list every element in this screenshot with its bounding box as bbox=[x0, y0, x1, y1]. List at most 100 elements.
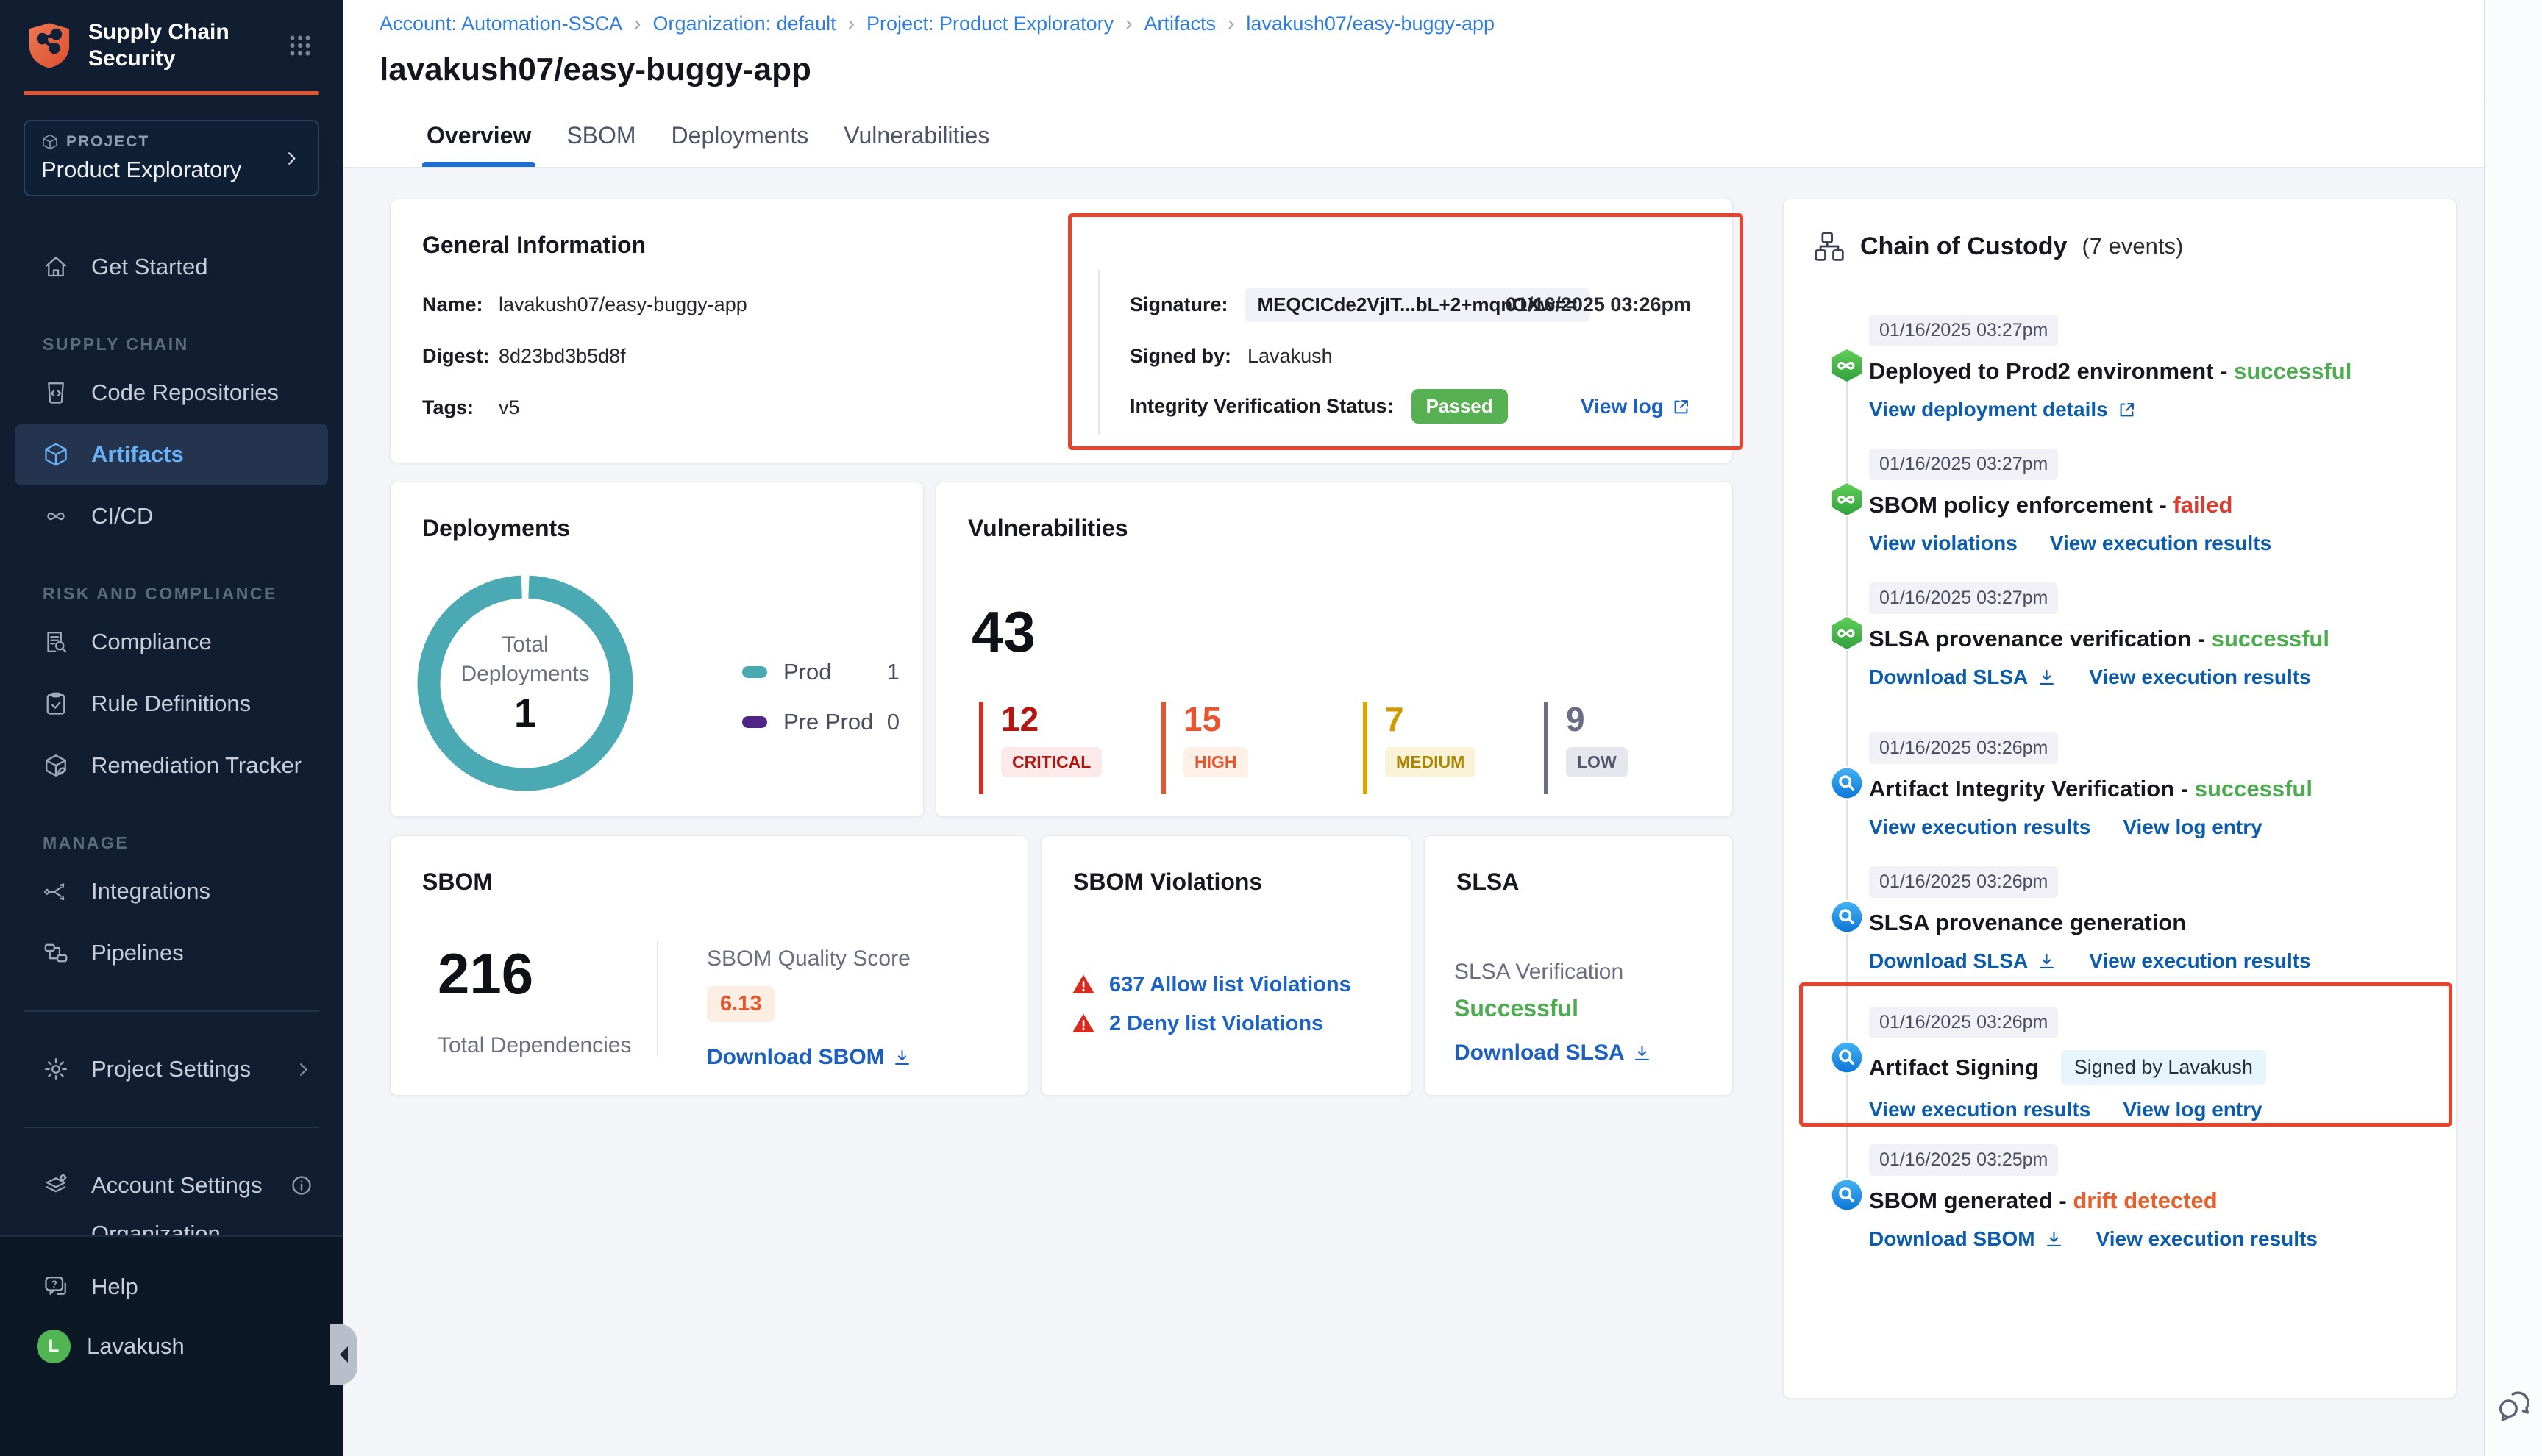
severity-critical: 12 CRITICAL bbox=[979, 702, 1102, 794]
view-execution-results-link[interactable]: View execution results bbox=[2050, 532, 2271, 555]
event-timestamp: 01/16/2025 03:26pm bbox=[1869, 1007, 2058, 1038]
vulnerabilities-card: Vulnerabilities 43 12 CRITICAL 15 HIGH 7… bbox=[936, 482, 1733, 817]
tab-vulnerabilities[interactable]: Vulnerabilities bbox=[844, 104, 989, 167]
integrations-icon bbox=[43, 878, 69, 904]
coc-event-slsa-verification: 01/16/2025 03:27pm SLSA provenance verif… bbox=[1784, 582, 2434, 689]
card-title: Vulnerabilities bbox=[968, 515, 1128, 542]
chevron-right-icon bbox=[282, 149, 302, 168]
view-execution-results-link[interactable]: View execution results bbox=[2096, 1227, 2318, 1251]
deployments-card: Deployments Total Deployments 1 Prod 1 P… bbox=[390, 482, 924, 817]
sidebar-item-code-repositories[interactable]: Code Repositories bbox=[0, 362, 343, 424]
legend-item-pre-prod: Pre Prod 0 bbox=[742, 709, 900, 735]
event-timestamp: 01/16/2025 03:27pm bbox=[1869, 582, 2058, 614]
breadcrumb-current[interactable]: lavakush07/easy-buggy-app bbox=[1246, 13, 1495, 35]
download-slsa-link[interactable]: Download SLSA bbox=[1869, 665, 2057, 689]
breadcrumb-project[interactable]: Project: Product Exploratory bbox=[866, 13, 1114, 35]
sidebar-section-supply-chain: SUPPLY CHAIN bbox=[43, 335, 343, 354]
sidebar-collapse-handle[interactable] bbox=[330, 1324, 357, 1385]
slsa-verification-status: Successful bbox=[1454, 995, 1578, 1022]
sidebar-item-integrations[interactable]: Integrations bbox=[0, 860, 343, 922]
app-title: Supply Chain Security bbox=[88, 19, 229, 72]
cube-icon bbox=[43, 441, 69, 468]
project-name: Product Exploratory bbox=[41, 157, 282, 183]
integrity-row: Integrity Verification Status: Passed bbox=[1130, 389, 1508, 424]
event-status: successful bbox=[2195, 776, 2313, 802]
sidebar-item-remediation-tracker[interactable]: Remediation Tracker bbox=[0, 735, 343, 796]
info-icon bbox=[290, 1174, 313, 1197]
allow-list-violations-link[interactable]: 637 Allow list Violations bbox=[1109, 973, 1351, 997]
sidebar-item-artifacts[interactable]: Artifacts bbox=[15, 424, 328, 485]
view-log-entry-link[interactable]: View log entry bbox=[2123, 1098, 2262, 1121]
page-title: lavakush07/easy-buggy-app bbox=[380, 51, 2484, 88]
view-execution-results-link[interactable]: View execution results bbox=[2089, 949, 2310, 973]
deny-list-violations-link[interactable]: 2 Deny list Violations bbox=[1109, 1012, 1323, 1036]
sidebar-item-pipelines[interactable]: Pipelines bbox=[0, 922, 343, 984]
brand-accent-rule bbox=[24, 91, 319, 95]
download-slsa-link[interactable]: Download SLSA bbox=[1869, 949, 2057, 973]
breadcrumb-separator: › bbox=[1125, 12, 1132, 35]
events-count: (7 events) bbox=[2082, 233, 2183, 260]
breadcrumb-account[interactable]: Account: Automation-SSCA bbox=[380, 13, 622, 35]
chevron-right-icon bbox=[293, 1060, 313, 1079]
tab-sbom[interactable]: SBOM bbox=[566, 104, 636, 167]
event-timestamp: 01/16/2025 03:27pm bbox=[1869, 315, 2058, 346]
breadcrumb: Account: Automation-SSCA › Organization:… bbox=[380, 12, 2484, 35]
sidebar-divider bbox=[24, 1010, 319, 1012]
chain-of-custody-card: Chain of Custody (7 events) 01/16/2025 0… bbox=[1783, 199, 2457, 1399]
tab-overview[interactable]: Overview bbox=[427, 104, 531, 167]
sidebar-item-get-started[interactable]: Get Started bbox=[0, 236, 343, 298]
donut-center-label: Total Deployments 1 bbox=[417, 575, 633, 791]
sidebar-item-account-settings[interactable]: Account Settings bbox=[0, 1155, 343, 1216]
home-icon bbox=[43, 254, 69, 280]
sbom-total-dependencies: 216 bbox=[438, 941, 533, 1007]
clipboard-check-icon bbox=[43, 690, 69, 717]
gear-icon bbox=[43, 1056, 69, 1082]
severity-medium: 7 MEDIUM bbox=[1363, 702, 1475, 794]
prod-swatch bbox=[742, 666, 767, 678]
total-deployments-value: 1 bbox=[514, 690, 536, 736]
prod-count: 1 bbox=[887, 659, 900, 685]
view-execution-results-link[interactable]: View execution results bbox=[1869, 816, 2090, 839]
breadcrumb-artifacts[interactable]: Artifacts bbox=[1144, 13, 1216, 35]
feedback-chat-icon[interactable] bbox=[2495, 1387, 2535, 1427]
app-grid-icon[interactable] bbox=[287, 32, 313, 59]
view-execution-results-link[interactable]: View execution results bbox=[2089, 665, 2310, 689]
card-title: SLSA bbox=[1456, 868, 1519, 896]
sbom-quality-score: 6.13 bbox=[707, 986, 775, 1022]
doc-search-icon bbox=[43, 629, 69, 655]
download-sbom-link[interactable]: Download SBOM bbox=[1869, 1227, 2064, 1251]
view-log-entry-link[interactable]: View log entry bbox=[2123, 816, 2262, 839]
download-slsa-link[interactable]: Download SLSA bbox=[1454, 1041, 1652, 1066]
cd-module-icon bbox=[1830, 616, 1864, 650]
pipelines-icon bbox=[43, 940, 69, 966]
chain-of-custody-header: Chain of Custody (7 events) bbox=[1813, 230, 2183, 263]
deny-list-violations-row: 2 Deny list Violations bbox=[1071, 1011, 1323, 1036]
sidebar-nav: Get Started SUPPLY CHAIN Code Repositori… bbox=[0, 236, 343, 1278]
download-sbom-link[interactable]: Download SBOM bbox=[707, 1045, 912, 1070]
sidebar-item-project-settings[interactable]: Project Settings bbox=[0, 1038, 343, 1100]
sitemap-icon bbox=[1813, 230, 1845, 263]
artifact-tags: v5 bbox=[499, 396, 520, 419]
project-selector[interactable]: PROJECT Product Exploratory bbox=[24, 120, 319, 196]
sidebar-item-compliance[interactable]: Compliance bbox=[0, 611, 343, 673]
card-title: General Information bbox=[422, 232, 646, 259]
cd-module-icon bbox=[1830, 349, 1864, 382]
download-icon bbox=[2044, 1230, 2064, 1249]
view-violations-link[interactable]: View violations bbox=[1869, 532, 2018, 555]
view-deployment-details-link[interactable]: View deployment details bbox=[1869, 398, 2137, 421]
view-execution-results-link[interactable]: View execution results bbox=[1869, 1098, 2090, 1121]
tab-deployments[interactable]: Deployments bbox=[672, 104, 809, 167]
sidebar-item-help[interactable]: Help bbox=[0, 1259, 343, 1315]
breadcrumb-organization[interactable]: Organization: default bbox=[653, 13, 836, 35]
coc-event-deployed: 01/16/2025 03:27pm Deployed to Prod2 env… bbox=[1784, 315, 2434, 421]
signed-by-value: Lavakush bbox=[1247, 345, 1333, 368]
signature-timestamp: 01/16/2025 03:26pm bbox=[1506, 293, 1691, 316]
view-log-link[interactable]: View log bbox=[1581, 395, 1691, 418]
scan-module-icon bbox=[1830, 766, 1864, 800]
user-menu[interactable]: L Lavakush bbox=[0, 1315, 343, 1378]
vertical-divider bbox=[657, 941, 658, 1057]
sidebar-item-cicd[interactable]: CI/CD bbox=[0, 485, 343, 547]
event-status: successful bbox=[2234, 358, 2351, 385]
collapse-arrow-icon bbox=[332, 1346, 348, 1363]
sidebar-item-rule-definitions[interactable]: Rule Definitions bbox=[0, 673, 343, 735]
